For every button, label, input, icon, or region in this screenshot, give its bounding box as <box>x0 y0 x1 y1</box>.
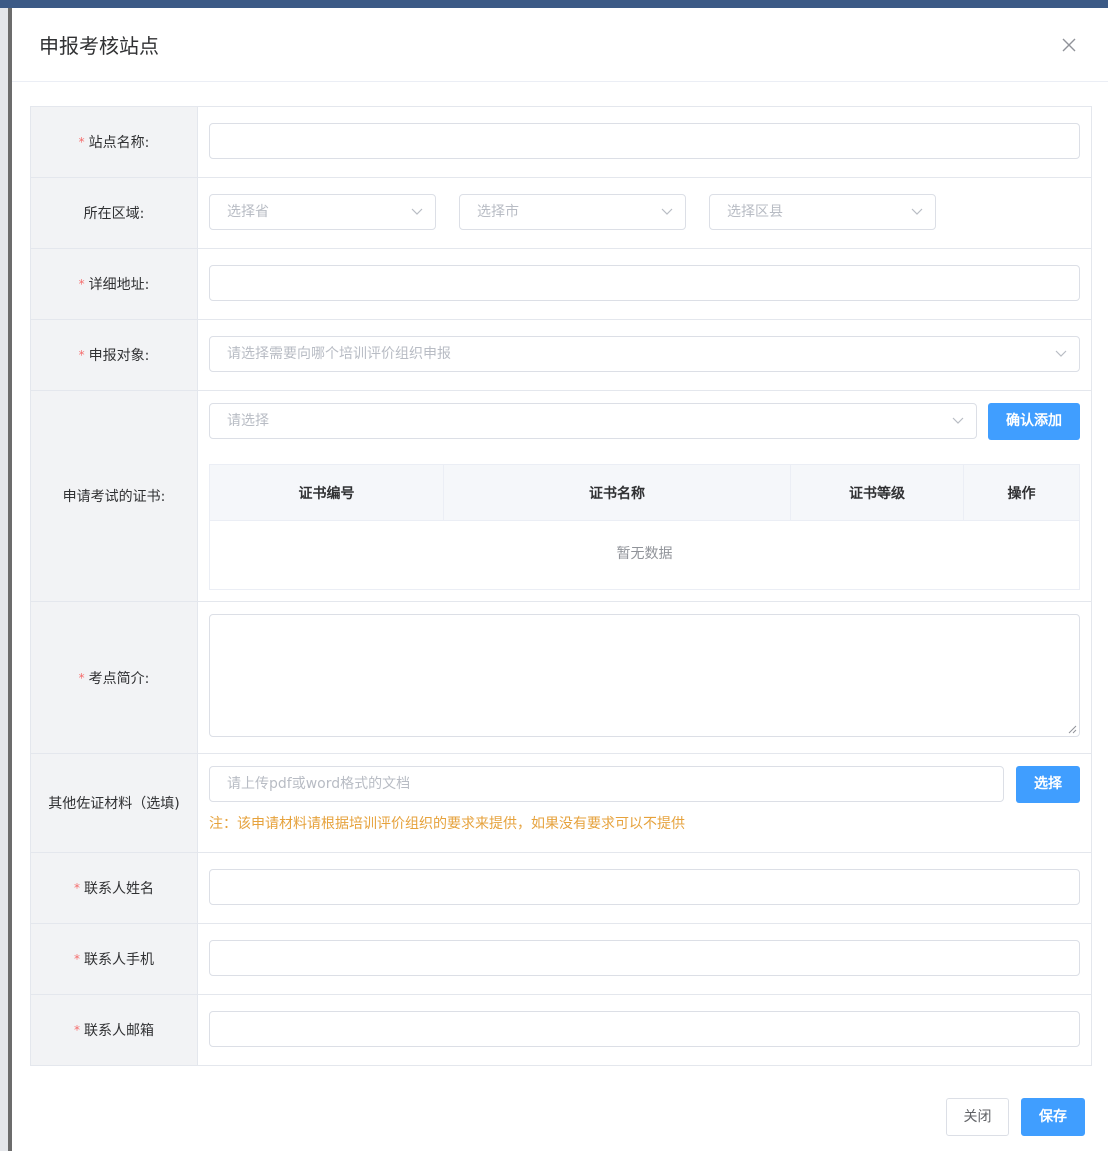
address-label: * 详细地址: <box>31 249 198 319</box>
row-target: * 申报对象: 请选择需要向哪个培训评价组织申报 <box>31 320 1091 391</box>
contact-name-label: * 联系人姓名 <box>31 853 198 923</box>
certificate-select[interactable]: 请选择 <box>209 403 977 439</box>
save-button[interactable]: 保存 <box>1021 1098 1085 1136</box>
dialog-header: 申报考核站点 <box>12 8 1108 82</box>
chevron-down-icon <box>661 208 673 215</box>
target-label: * 申报对象: <box>31 320 198 390</box>
intro-textarea[interactable] <box>209 614 1080 737</box>
contact-phone-input[interactable] <box>209 940 1080 976</box>
materials-note: 注：该申请材料请根据培训评价组织的要求来提供，如果没有要求可以不提供 <box>209 816 685 832</box>
column-header: 证书名称 <box>444 465 791 520</box>
required-mark: * <box>78 670 85 685</box>
intro-label: * 考点简介: <box>31 602 198 753</box>
province-select[interactable]: 选择省 <box>209 194 436 230</box>
contact-name-input[interactable] <box>209 869 1080 905</box>
contact-email-input[interactable] <box>209 1011 1080 1047</box>
materials-label: 其他佐证材料（选填) <box>31 754 198 852</box>
row-certificates: 申请考试的证书: 请选择 确认添加 证书编号 证书名称 证书等级 操作 暂无数据 <box>31 391 1091 602</box>
row-materials: 其他佐证材料（选填) 请上传pdf或word格式的文档 选择 注：该申请材料请根… <box>31 754 1091 853</box>
application-form: * 站点名称: 所在区域: 选择省 选择市 选择区县 * 详细地址: * 申报对… <box>30 106 1092 1066</box>
resize-grip-icon[interactable] <box>1067 724 1077 734</box>
dialog-title: 申报考核站点 <box>39 34 159 58</box>
row-intro: * 考点简介: <box>31 602 1091 754</box>
row-address: * 详细地址: <box>31 249 1091 320</box>
row-site-name: * 站点名称: <box>31 107 1091 178</box>
close-button[interactable]: 关闭 <box>946 1098 1009 1136</box>
confirm-add-button[interactable]: 确认添加 <box>988 403 1080 440</box>
materials-file-input[interactable]: 请上传pdf或word格式的文档 <box>209 766 1004 802</box>
apply-site-dialog: 申报考核站点 * 站点名称: 所在区域: 选择省 选择市 选择区县 * 详细地址… <box>12 8 1108 1151</box>
certificates-label: 申请考试的证书: <box>31 391 198 601</box>
region-label: 所在区域: <box>31 178 198 248</box>
city-select[interactable]: 选择市 <box>459 194 686 230</box>
certificate-table: 证书编号 证书名称 证书等级 操作 暂无数据 <box>209 464 1080 590</box>
required-mark: * <box>74 881 80 895</box>
row-contact-name: * 联系人姓名 <box>31 853 1091 924</box>
required-mark: * <box>78 348 85 362</box>
table-header: 证书编号 证书名称 证书等级 操作 <box>210 465 1079 521</box>
row-contact-email: * 联系人邮箱 <box>31 995 1091 1065</box>
address-input[interactable] <box>209 265 1080 301</box>
required-mark: * <box>78 135 85 149</box>
required-mark: * <box>78 277 85 291</box>
chevron-down-icon <box>1055 350 1067 357</box>
chevron-down-icon <box>411 208 423 215</box>
chevron-down-icon <box>911 208 923 215</box>
column-header: 操作 <box>1007 485 1036 502</box>
contact-email-label: * 联系人邮箱 <box>31 995 198 1065</box>
contact-phone-label: * 联系人手机 <box>31 924 198 994</box>
chevron-down-icon <box>952 417 964 424</box>
row-region: 所在区域: 选择省 选择市 选择区县 <box>31 178 1091 249</box>
district-select[interactable]: 选择区县 <box>709 194 936 230</box>
close-icon[interactable] <box>1058 34 1080 56</box>
column-header: 证书等级 <box>791 465 964 520</box>
choose-file-button[interactable]: 选择 <box>1016 766 1080 803</box>
required-mark: * <box>74 1023 80 1037</box>
column-header: 证书编号 <box>210 465 444 520</box>
background-topbar <box>0 0 1108 8</box>
site-name-input[interactable] <box>209 123 1080 159</box>
row-contact-phone: * 联系人手机 <box>31 924 1091 995</box>
target-select[interactable]: 请选择需要向哪个培训评价组织申报 <box>209 336 1080 372</box>
required-mark: * <box>74 952 80 966</box>
site-name-label: * 站点名称: <box>31 107 198 177</box>
empty-text: 暂无数据 <box>616 546 673 562</box>
